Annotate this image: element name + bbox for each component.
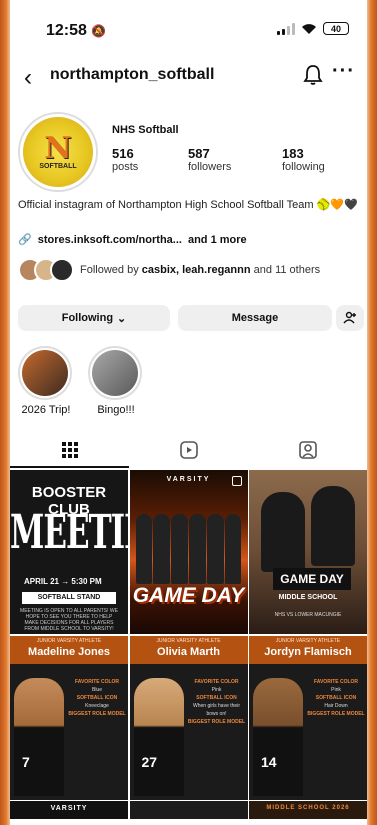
player-image (311, 486, 355, 566)
post-text: JUNIOR VARSITY ATHLETE (275, 637, 341, 644)
signal-icon (277, 22, 295, 35)
post-text: APRIL 21 → 5:30 PM (24, 577, 102, 586)
post-text: SOFTBALL STAND (22, 592, 116, 604)
back-arrow-icon[interactable]: ‹ (24, 64, 32, 92)
post-varsity-game-day[interactable]: VARSITY GAME DAY (129, 470, 248, 634)
post-middle-school-game-day[interactable]: GAME DAY MIDDLE SCHOOL NHS VS LOWER MACU… (249, 470, 367, 634)
more-options-icon[interactable]: ··· (332, 60, 355, 83)
highlight-label: 2026 Trip! (21, 404, 71, 416)
status-time: 12:58 🔕 (46, 22, 107, 39)
status-icons: 40 (277, 22, 349, 35)
stat-following[interactable]: 183 following (282, 146, 325, 173)
post-text: 7 (22, 753, 30, 770)
add-user-icon (343, 311, 356, 324)
player-info: FAVORITE COLOR Pink SOFTBALL ICON When gir… (187, 678, 246, 725)
post-text: MIDDLE SCHOOL 2026 (266, 805, 350, 811)
carousel-icon (231, 476, 242, 486)
post-text: Madeline Jones (28, 645, 110, 658)
follower-avatar (50, 258, 74, 282)
posts-grid: BOOSTER CLUB MEETING APRIL 21 → 5:30 PM … (10, 470, 367, 819)
post-player-olivia[interactable]: JUNIOR VARSITY ATHLETE Olivia Marth 27 FA… (129, 635, 248, 800)
player-photo (253, 677, 303, 796)
post-player-jordyn[interactable]: JUNIOR VARSITY ATHLETE Jordyn Flamisch 14… (249, 635, 367, 800)
battery-icon: 40 (323, 22, 349, 35)
stat-followers[interactable]: 587 followers (188, 146, 231, 173)
post-text: Jordyn Flamisch (264, 645, 352, 658)
reels-icon (179, 441, 198, 459)
post-booster-club[interactable]: BOOSTER CLUB MEETING APRIL 21 → 5:30 PM … (10, 470, 128, 634)
players-image (135, 514, 242, 584)
tab-reels[interactable] (129, 432, 248, 468)
player-photo (14, 677, 64, 796)
post-text: GAME DAY (273, 568, 351, 590)
profile-username: northampton_softball (50, 66, 215, 83)
post-text: 14 (261, 753, 277, 770)
player-info: FAVORITE COLOR Blue SOFTBALL ICON Kneeclag… (68, 678, 126, 717)
player-photo (133, 677, 184, 796)
highlight-bingo[interactable]: Bingo!!! (88, 346, 144, 416)
post-text: MEETING (10, 506, 128, 560)
profile-tabs (10, 432, 367, 468)
profile-avatar[interactable]: N SOFTBALL (18, 112, 98, 192)
stat-posts[interactable]: 516 posts (112, 146, 138, 173)
player-image (261, 492, 305, 572)
post-text: GAME DAY (132, 584, 245, 607)
link-icon: 🔗 (18, 234, 32, 246)
post-text: JUNIOR VARSITY ATHLETE (156, 637, 221, 644)
post-varsity[interactable]: VARSITY (10, 801, 128, 819)
tab-tagged[interactable] (248, 432, 367, 468)
post-player-madeline[interactable]: JUNIOR VARSITY ATHLETE Madeline Jones 7 F… (10, 635, 128, 800)
profile-display-name: NHS Softball (112, 124, 179, 136)
post-text: MIDDLE SCHOOL (278, 594, 338, 601)
active-tab-indicator (10, 466, 129, 468)
post-text: MEETING IS OPEN TO ALL PARENTS! WE HOPE … (20, 608, 118, 632)
highlight-2026-trip[interactable]: 2026 Trip! (18, 346, 74, 416)
wifi-icon (302, 23, 316, 34)
post-text: JUNIOR VARSITY ATHLETE (36, 637, 102, 644)
chevron-down-icon: ⌄ (117, 312, 127, 325)
highlight-label: Bingo!!! (97, 404, 135, 416)
player-info: FAVORITE COLOR Pink SOFTBALL ICON Hair Dow… (307, 678, 365, 717)
post-text: VARSITY (166, 476, 211, 483)
instagram-profile-screen: 12:58 🔕 40 ‹ northampton_softball ··· N … (10, 0, 367, 825)
followed-by[interactable]: Followed by casbix, leah.regannn and 11 … (18, 258, 320, 282)
post-text: 27 (141, 753, 158, 770)
post-thumbnail[interactable] (129, 801, 248, 819)
team-logo: N SOFTBALL (23, 117, 93, 187)
post-text: NHS VS LOWER MACUNGIE (274, 612, 342, 618)
profile-link[interactable]: 🔗 stores.inksoft.com/northa... and 1 mor… (18, 233, 247, 247)
grid-icon (61, 442, 78, 458)
post-text: VARSITY (50, 805, 88, 812)
follower-avatars (18, 258, 74, 282)
add-user-button[interactable] (336, 305, 364, 331)
post-text: Olivia Marth (157, 645, 220, 658)
bell-icon[interactable] (303, 64, 323, 86)
tagged-icon (298, 441, 317, 459)
post-middle-school[interactable]: MIDDLE SCHOOL 2026 (249, 801, 367, 819)
tab-posts-grid[interactable] (10, 432, 129, 468)
following-button[interactable]: Following ⌄ (18, 305, 170, 331)
profile-bio: Official instagram of Northampton High S… (18, 199, 358, 211)
message-button[interactable]: Message (178, 305, 332, 331)
